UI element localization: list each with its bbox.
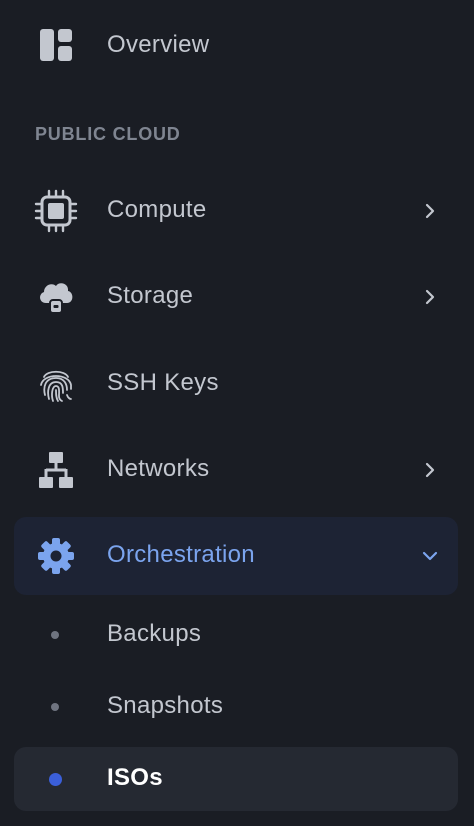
bullet-dot-icon: [49, 773, 62, 786]
nav-item-orchestration[interactable]: Orchestration: [14, 517, 458, 595]
chevron-right-icon: [422, 289, 438, 305]
fingerprint-icon: [34, 362, 78, 406]
nav-item-label: Compute: [107, 196, 207, 223]
cloud-lock-icon: [34, 275, 78, 319]
subnav-item-backups[interactable]: Backups: [14, 603, 458, 667]
subnav-item-isos[interactable]: ISOs: [14, 747, 458, 811]
nav-item-label: Orchestration: [107, 541, 255, 568]
gear-icon: [34, 534, 78, 578]
nav-item-storage[interactable]: Storage: [14, 266, 458, 328]
nav-item-label: SSH Keys: [107, 369, 219, 396]
chevron-down-icon: [422, 548, 438, 564]
chevron-right-icon: [422, 203, 438, 219]
dashboard-icon: [34, 23, 78, 67]
subnav-item-label: ISOs: [107, 764, 163, 791]
sidebar-nav: Overview PUBLIC CLOUD Compute Storage SS…: [0, 0, 474, 826]
nav-item-ssh-keys[interactable]: SSH Keys: [14, 353, 458, 415]
bullet-dot-icon: [51, 631, 59, 639]
network-icon: [34, 448, 78, 492]
nav-item-label: Networks: [107, 455, 210, 482]
section-title-public-cloud: PUBLIC CLOUD: [35, 124, 181, 144]
subnav-item-label: Backups: [107, 620, 202, 647]
bullet-dot-icon: [51, 703, 59, 711]
chevron-right-icon: [422, 462, 438, 478]
nav-item-label: Overview: [107, 31, 210, 58]
nav-item-overview[interactable]: Overview: [14, 14, 458, 76]
subnav-item-label: Snapshots: [107, 692, 224, 719]
nav-item-networks[interactable]: Networks: [14, 439, 458, 501]
subnav-item-snapshots[interactable]: Snapshots: [14, 675, 458, 739]
nav-item-label: Storage: [107, 282, 194, 309]
nav-item-compute[interactable]: Compute: [14, 180, 458, 242]
cpu-chip-icon: [34, 189, 78, 233]
